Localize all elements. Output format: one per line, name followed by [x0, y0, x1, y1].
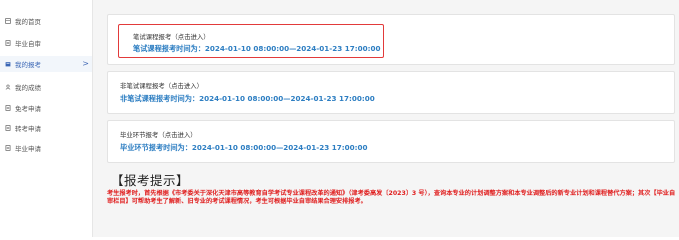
- graduation-stage-card[interactable]: 毕业环节报考（点击进入） 毕业环节报考时间为：2024-01-10 08:00:…: [107, 120, 675, 163]
- document-icon: [5, 125, 11, 131]
- sidebar-item-home[interactable]: 我的首页: [0, 13, 92, 29]
- sidebar-item-label: 我的首页: [15, 18, 41, 26]
- chevron-right-icon: >: [82, 59, 89, 68]
- card-title[interactable]: 非笔试课程报考（点击进入）: [120, 81, 203, 90]
- selected-highlight[interactable]: 笔试课程报考（点击进入） 笔试课程报考时间为：2024-01-10 08:00:…: [118, 24, 384, 58]
- sidebar-item-label: 免考申请: [15, 105, 41, 113]
- sidebar-item-label: 我的成绩: [15, 84, 41, 92]
- user-icon: [5, 84, 11, 90]
- document-icon: [5, 40, 11, 46]
- sidebar-item-label: 转考申请: [15, 125, 41, 133]
- card-title[interactable]: 笔试课程报考（点击进入）: [133, 32, 210, 41]
- card-time: 非笔试课程报考时间为：2024-01-10 08:00:00—2024-01-2…: [120, 94, 375, 103]
- document-icon: [5, 145, 11, 151]
- written-exam-card[interactable]: 笔试课程报考（点击进入） 笔试课程报考时间为：2024-01-10 08:00:…: [107, 14, 675, 65]
- tips-title: 【报考提示】: [111, 173, 190, 188]
- sidebar-item-graduation-review[interactable]: 毕业自审: [0, 35, 92, 51]
- sidebar-item-exemption-application[interactable]: 免考申请: [0, 100, 92, 116]
- sidebar-item-label: 毕业自审: [15, 40, 41, 48]
- sidebar-item-my-scores[interactable]: 我的成绩: [0, 79, 92, 95]
- card-time: 毕业环节报考时间为：2024-01-10 08:00:00—2024-01-23…: [120, 143, 368, 152]
- sidebar-item-transfer-application[interactable]: 转考申请: [0, 120, 92, 136]
- document-icon: [5, 105, 11, 111]
- non-written-exam-card[interactable]: 非笔试课程报考（点击进入） 非笔试课程报考时间为：2024-01-10 08:0…: [107, 71, 675, 114]
- sidebar-item-my-registration[interactable]: 我的报考 >: [0, 56, 92, 72]
- sidebar: 我的首页 毕业自审 我的报考 > 我的成绩 免考申请 转考申请 毕业申请: [0, 0, 92, 237]
- main-content: 笔试课程报考（点击进入） 笔试课程报考时间为：2024-01-10 08:00:…: [92, 0, 679, 237]
- card-time: 笔试课程报考时间为：2024-01-10 08:00:00—2024-01-23…: [133, 44, 381, 53]
- card-title[interactable]: 毕业环节报考（点击进入）: [120, 130, 197, 139]
- sidebar-item-label: 我的报考: [15, 61, 41, 69]
- home-icon: [5, 18, 11, 24]
- sidebar-item-label: 毕业申请: [15, 145, 41, 153]
- sidebar-item-graduation-application[interactable]: 毕业申请: [0, 140, 92, 156]
- edit-icon: [5, 61, 11, 67]
- tips-text: 考生报考时，首先根据《市考委关于深化天津市高等教育自学考试专业课程改革的通知》（…: [107, 190, 676, 205]
